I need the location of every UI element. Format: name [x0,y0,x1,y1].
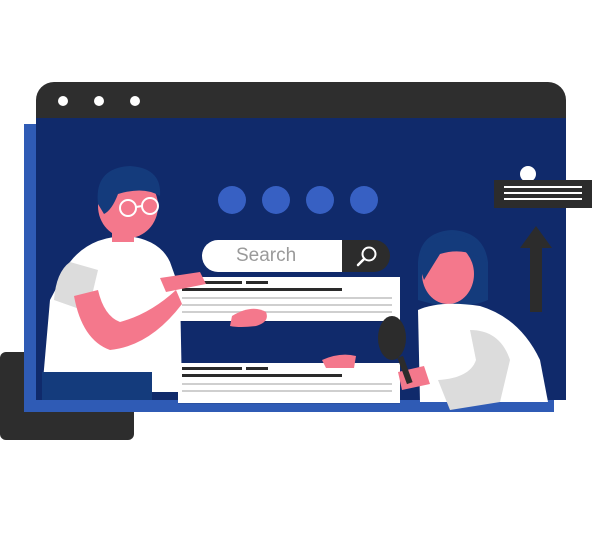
arrow-up-icon [520,226,552,312]
people-illustration [42,166,552,410]
illustration-stage [0,0,593,533]
magnifying-glass-icon [378,316,413,385]
woman-figure [322,230,548,410]
man-figure [42,166,267,400]
